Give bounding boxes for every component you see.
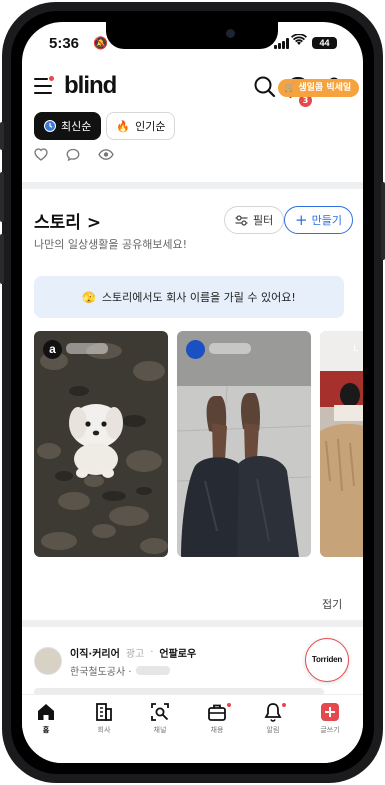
- story-author-avatar: [329, 340, 348, 359]
- silent-switch: [0, 122, 4, 150]
- view-icon: [98, 149, 114, 160]
- nav-label: 알림: [266, 726, 280, 734]
- filter-label: 필터: [253, 214, 274, 227]
- app-logo[interactable]: blind: [64, 72, 117, 100]
- post-author-avatar[interactable]: [34, 647, 62, 675]
- create-story-button[interactable]: + 만들기: [284, 206, 353, 234]
- nav-channel[interactable]: 채널: [136, 701, 184, 735]
- story-image-feet: [177, 331, 311, 557]
- post-category[interactable]: 이직·커리어: [70, 645, 120, 660]
- ad-label: 광고: [125, 649, 145, 660]
- post-brand[interactable]: 언팔로우: [159, 645, 196, 660]
- nav-company[interactable]: 회사: [80, 701, 128, 735]
- nav-write[interactable]: 글쓰기: [306, 701, 354, 735]
- blurred-nickname: [135, 666, 170, 675]
- camera: [226, 29, 235, 38]
- promo-tag[interactable]: 🛒 생일콤 빅세일: [278, 79, 360, 97]
- company-hide-notice[interactable]: 🫣 스토리에서도 회사 이름을 가릴 수 있어요!: [34, 276, 344, 318]
- blurred-company-name: [66, 343, 108, 354]
- notification-dot: [282, 703, 286, 707]
- app-screen: 5:36 🔕 44 blind 3 🛒 생일콤 빅세일 최신순 🔥 인기순 스토…: [22, 22, 363, 763]
- volume-up-button: [0, 172, 4, 222]
- story-card[interactable]: a: [34, 331, 168, 557]
- signal-icon: [274, 38, 289, 49]
- nav-jobs[interactable]: 채용: [193, 701, 241, 735]
- nav-label: 채널: [153, 726, 167, 734]
- post-company-name: 한국철도공사 ·: [70, 667, 132, 678]
- previous-post-actions: [34, 148, 114, 161]
- battery-icon: 44: [312, 37, 337, 49]
- post-company: 한국철도공사 ·: [70, 663, 170, 678]
- section-divider: [22, 182, 363, 189]
- notch: [106, 22, 278, 49]
- clock-icon: [44, 120, 56, 132]
- blurred-company-name: [209, 343, 251, 354]
- plus-icon: +: [295, 210, 308, 229]
- menu-notification-dot: [49, 76, 54, 81]
- sort-tabs: 최신순 🔥 인기순: [34, 112, 176, 140]
- nav-home[interactable]: 홈: [22, 701, 70, 735]
- filter-icon: [235, 214, 248, 226]
- post-meta: 이직·커리어 광고 · 언팔로우: [70, 645, 196, 660]
- filter-button[interactable]: 필터: [224, 206, 285, 234]
- story-author-initial: L: [353, 344, 359, 354]
- sort-tab-label: 인기순: [135, 120, 166, 133]
- jobs-notification-dot: [227, 703, 231, 707]
- status-time: 5:36: [49, 35, 80, 52]
- power-button: [381, 182, 385, 260]
- story-image-dog: [34, 331, 168, 557]
- fire-icon: 🔥: [116, 119, 131, 133]
- sort-tab-label: 최신순: [61, 120, 92, 133]
- write-plus-icon: [321, 703, 339, 721]
- notice-text: 스토리에서도 회사 이름을 가릴 수 있어요!: [101, 291, 296, 304]
- bell-icon: [264, 703, 282, 722]
- bell-off-icon: 🔕: [93, 36, 108, 50]
- story-author-avatar: [186, 340, 205, 359]
- channel-search-icon: [151, 703, 169, 721]
- home-icon: [38, 704, 54, 720]
- brand-logo[interactable]: Torriden: [305, 638, 349, 682]
- story-carousel[interactable]: a L: [34, 331, 363, 559]
- nav-label: 채용: [210, 726, 224, 734]
- story-subtitle: 나만의 일상생활을 공유해보세요!: [34, 238, 188, 251]
- story-card[interactable]: L: [320, 331, 363, 557]
- nav-notifications[interactable]: 알림: [249, 701, 297, 735]
- story-author-avatar: a: [43, 340, 62, 359]
- sort-tab-popular[interactable]: 🔥 인기순: [106, 112, 176, 140]
- section-divider: [22, 620, 363, 627]
- create-label: 만들기: [311, 214, 342, 227]
- briefcase-icon: [208, 704, 226, 721]
- menu-icon[interactable]: [34, 76, 54, 94]
- story-image-person: [320, 331, 363, 557]
- comment-icon[interactable]: [66, 148, 80, 161]
- meta-separator: ·: [150, 647, 154, 658]
- wifi-icon: [291, 34, 307, 45]
- story-title[interactable]: 스토리 >: [34, 208, 101, 233]
- volume-down-button: [0, 234, 4, 284]
- bottom-nav: 홈 회사 채널 채용 알림 글쓰기: [22, 694, 363, 763]
- promo-tag-label: 생일콤 빅세일: [298, 83, 352, 93]
- collapse-button[interactable]: 접기: [322, 596, 342, 612]
- nav-label: 홈: [42, 726, 50, 734]
- nav-label: 회사: [97, 726, 111, 734]
- heart-icon[interactable]: [34, 148, 48, 161]
- building-icon: [96, 703, 112, 721]
- sort-tab-latest[interactable]: 최신순: [34, 112, 102, 140]
- story-card[interactable]: [177, 331, 311, 557]
- search-icon[interactable]: [252, 74, 278, 100]
- face-emoji-icon: 🫣: [82, 290, 96, 304]
- nav-label: 글쓰기: [320, 726, 340, 734]
